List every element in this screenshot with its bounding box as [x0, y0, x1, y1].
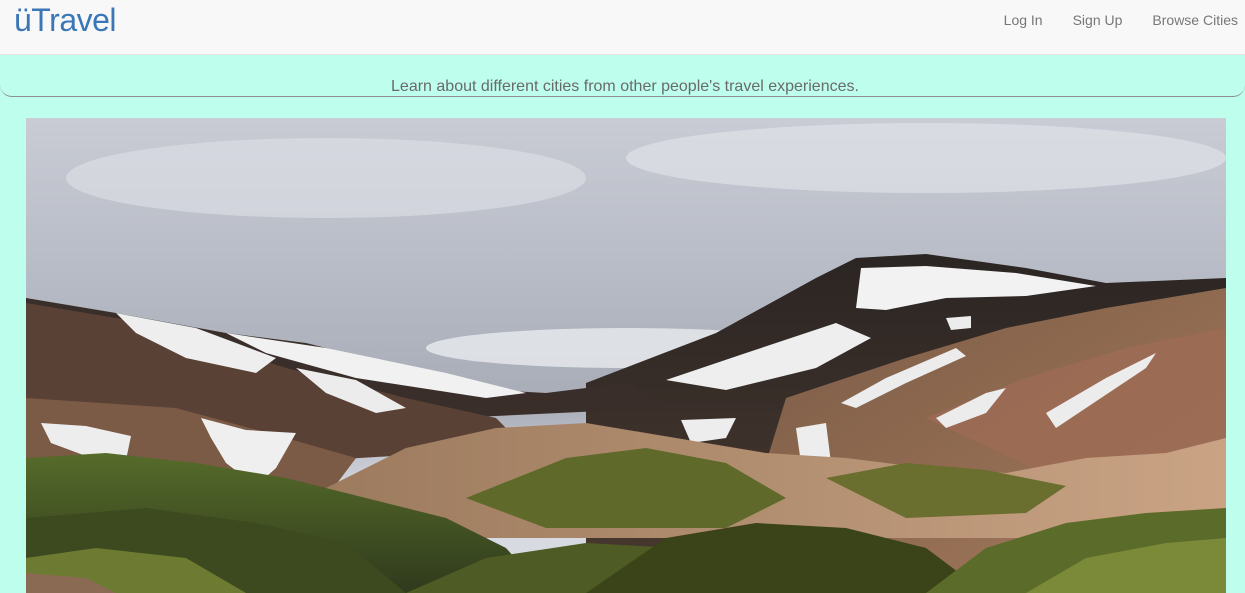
tagline-text: Learn about different cities from other …	[391, 78, 859, 95]
navbar: üTravel Log In Sign Up Browse Cities	[0, 0, 1245, 55]
log-in-link[interactable]: Log In	[974, 11, 1043, 29]
mountain-landscape-photo	[26, 118, 1226, 593]
hero-image	[26, 118, 1226, 593]
nav-links: Log In Sign Up Browse Cities	[974, 11, 1238, 29]
sign-up-link[interactable]: Sign Up	[1043, 11, 1123, 29]
brand-logo-link[interactable]: üTravel	[14, 2, 117, 39]
browse-cities-link[interactable]: Browse Cities	[1122, 11, 1238, 29]
